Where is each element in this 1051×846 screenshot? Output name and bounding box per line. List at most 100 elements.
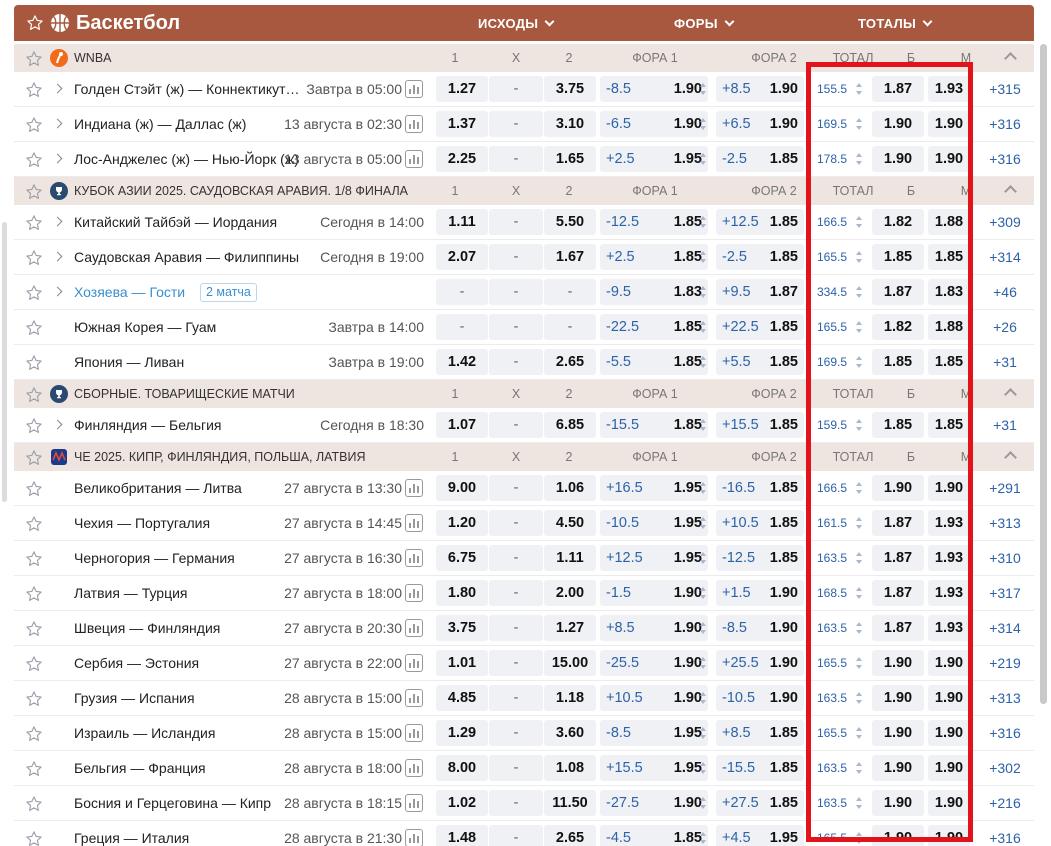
odds-win2[interactable]: -	[544, 279, 596, 305]
odds-win2[interactable]: 4.50	[544, 510, 596, 536]
odds-over[interactable]: 1.90	[872, 790, 924, 816]
favorite-star-icon[interactable]	[25, 620, 43, 643]
odds-win2[interactable]: 11.50	[544, 790, 596, 816]
odds-win1[interactable]: 1.80	[436, 580, 488, 606]
favorite-star-icon[interactable]	[25, 386, 43, 409]
odds-draw[interactable]: -	[489, 146, 543, 172]
odds-draw[interactable]: -	[489, 790, 543, 816]
handicap2-odds[interactable]: +5.5 1.85	[716, 349, 804, 375]
odds-over[interactable]: 1.85	[872, 412, 924, 438]
total-value[interactable]: 163.5	[817, 620, 847, 636]
odds-draw[interactable]: -	[489, 580, 543, 606]
favorite-star-icon[interactable]	[25, 116, 43, 139]
handicap-stepper-icon[interactable]	[700, 586, 706, 600]
match-name-link[interactable]: Южная Корея — Гуам	[74, 319, 300, 336]
more-markets-link[interactable]: +314	[984, 620, 1026, 637]
handicap1-odds[interactable]: +2.5 1.85	[600, 244, 708, 270]
total-value[interactable]: 165.5	[817, 725, 847, 741]
odds-over[interactable]: 1.87	[872, 615, 924, 641]
odds-draw[interactable]: -	[489, 685, 543, 711]
odds-under[interactable]: 1.90	[928, 720, 970, 746]
odds-win1[interactable]: 1.20	[436, 510, 488, 536]
odds-over[interactable]: 1.87	[872, 76, 924, 102]
odds-over[interactable]: 1.85	[872, 244, 924, 270]
odds-win1[interactable]: 1.48	[436, 825, 488, 846]
more-markets-link[interactable]: +313	[984, 515, 1026, 532]
odds-over[interactable]: 1.82	[872, 314, 924, 340]
total-value[interactable]: 166.5	[817, 214, 847, 230]
odds-win2[interactable]: -	[544, 314, 596, 340]
odds-under[interactable]: 1.93	[928, 510, 970, 536]
favorite-star-icon[interactable]	[25, 655, 43, 678]
handicap1-odds[interactable]: -8.5 1.95	[600, 720, 708, 746]
total-stepper-icon[interactable]	[856, 215, 862, 229]
handicap-stepper-icon[interactable]	[700, 831, 706, 845]
odds-over[interactable]: 1.90	[872, 146, 924, 172]
favorite-star-icon[interactable]	[25, 319, 43, 342]
more-markets-link[interactable]: +315	[984, 81, 1026, 98]
favorite-star-icon[interactable]	[25, 417, 43, 440]
odds-win2[interactable]: 5.50	[544, 209, 596, 235]
total-value[interactable]: 169.5	[817, 354, 847, 370]
handicap2-odds[interactable]: -8.5 1.90	[716, 615, 804, 641]
handicap1-odds[interactable]: -8.5 1.90	[600, 76, 708, 102]
odds-win2[interactable]: 6.85	[544, 412, 596, 438]
totals-dropdown[interactable]: ТОТАЛЫ	[858, 16, 933, 32]
more-markets-link[interactable]: +310	[984, 550, 1026, 567]
total-stepper-icon[interactable]	[856, 551, 862, 565]
odds-under[interactable]: 1.90	[928, 755, 970, 781]
odds-win2[interactable]: 2.00	[544, 580, 596, 606]
handicap2-odds[interactable]: +12.5 1.85	[716, 209, 804, 235]
total-value[interactable]: 163.5	[817, 690, 847, 706]
more-markets-link[interactable]: +316	[984, 725, 1026, 742]
match-name-link[interactable]: Саудовская Аравия — Филиппины	[74, 249, 300, 266]
total-stepper-icon[interactable]	[856, 320, 862, 334]
total-stepper-icon[interactable]	[856, 250, 862, 264]
statistics-icon[interactable]	[405, 794, 423, 812]
handicap2-odds[interactable]: +27.5 1.85	[716, 790, 804, 816]
handicap1-odds[interactable]: +10.5 1.90	[600, 685, 708, 711]
odds-draw[interactable]: -	[489, 244, 543, 270]
favorite-star-icon[interactable]	[25, 354, 43, 377]
total-stepper-icon[interactable]	[856, 516, 862, 530]
odds-win1[interactable]: 1.27	[436, 76, 488, 102]
favorite-star-icon[interactable]	[25, 151, 43, 174]
odds-draw[interactable]: -	[489, 279, 543, 305]
handicap-stepper-icon[interactable]	[700, 621, 706, 635]
handicap1-odds[interactable]: -27.5 1.90	[600, 790, 708, 816]
collapse-chevron-icon[interactable]	[1004, 388, 1017, 401]
odds-win1[interactable]: 3.75	[436, 615, 488, 641]
total-stepper-icon[interactable]	[856, 481, 862, 495]
handicap-stepper-icon[interactable]	[700, 82, 706, 96]
odds-draw[interactable]: -	[489, 314, 543, 340]
more-markets-link[interactable]: +46	[984, 284, 1026, 301]
collapse-chevron-icon[interactable]	[1004, 451, 1017, 464]
favorite-star-icon[interactable]	[25, 585, 43, 608]
match-name-link[interactable]: Финляндия — Бельгия	[74, 417, 300, 434]
odds-under[interactable]: 1.90	[928, 475, 970, 501]
handicap2-odds[interactable]: +4.5 1.95	[716, 825, 804, 846]
total-value[interactable]: 163.5	[817, 550, 847, 566]
expand-chevron-icon[interactable]	[52, 286, 63, 297]
handicap1-odds[interactable]: -5.5 1.85	[600, 349, 708, 375]
handicap-stepper-icon[interactable]	[700, 215, 706, 229]
total-value[interactable]: 334.5	[817, 284, 847, 300]
expand-chevron-icon[interactable]	[52, 216, 63, 227]
more-markets-link[interactable]: +219	[984, 655, 1026, 672]
odds-under[interactable]: 1.85	[928, 412, 970, 438]
handicap-stepper-icon[interactable]	[700, 355, 706, 369]
odds-win2[interactable]: 1.67	[544, 244, 596, 270]
more-markets-link[interactable]: +316	[984, 116, 1026, 133]
odds-win1[interactable]: 1.37	[436, 111, 488, 137]
odds-win1[interactable]: 1.02	[436, 790, 488, 816]
handicap1-odds[interactable]: +2.5 1.95	[600, 146, 708, 172]
odds-over[interactable]: 1.90	[872, 650, 924, 676]
more-markets-link[interactable]: +291	[984, 480, 1026, 497]
total-stepper-icon[interactable]	[856, 796, 862, 810]
odds-draw[interactable]: -	[489, 475, 543, 501]
more-markets-link[interactable]: +216	[984, 795, 1026, 812]
statistics-icon[interactable]	[405, 724, 423, 742]
odds-win2[interactable]: 15.00	[544, 650, 596, 676]
expand-chevron-icon[interactable]	[52, 419, 63, 430]
odds-over[interactable]: 1.90	[872, 825, 924, 846]
